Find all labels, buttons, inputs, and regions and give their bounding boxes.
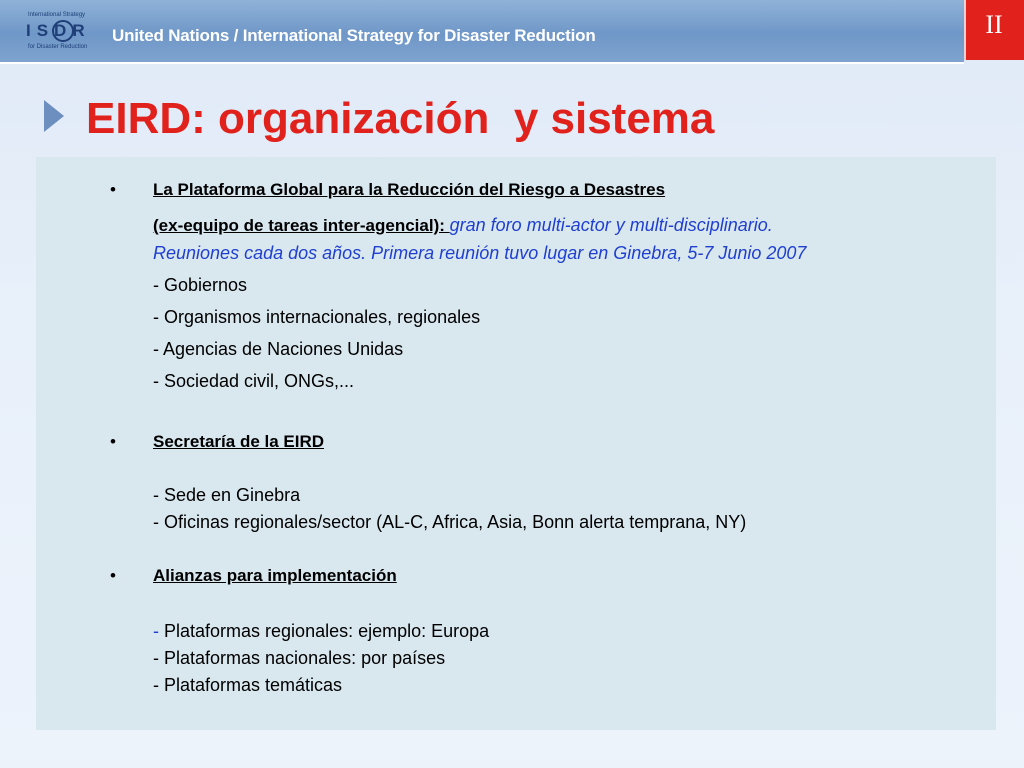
list-item: - Sede en Ginebra (153, 485, 301, 505)
section-heading-secretariat: Secretaría de la EIRD (153, 432, 325, 451)
section-description-line-1: (ex-equipo de tareas inter-agencial): gr… (153, 215, 773, 236)
list-item-text: Plataformas regionales: ejemplo: Europa (164, 621, 490, 641)
list-item: - Organismos internacionales, regionales (153, 307, 481, 327)
list-item: - Oficinas regionales/sector (AL-C, Afri… (153, 512, 747, 532)
section-heading-global-platform: La Plataforma Global para la Reducción d… (153, 180, 666, 199)
list-item: - Gobiernos (153, 275, 248, 295)
bullet-1: • (110, 180, 116, 199)
bullet-3: • (110, 566, 116, 585)
section-heading-alliances: Alianzas para implementación (153, 566, 397, 585)
header-title: United Nations / International Strategy … (112, 26, 596, 45)
list-item: - Plataformas nacionales: por países (153, 648, 446, 668)
title-arrow-icon (44, 100, 64, 132)
list-dash: - (153, 621, 164, 641)
list-item: - Plataformas temáticas (153, 675, 343, 695)
section-description-2: Reuniones cada dos años. Primera reunión… (153, 243, 807, 263)
list-item: - Agencias de Naciones Unidas (153, 339, 404, 359)
header-banner: International Strategy ISDR for Disaster… (0, 0, 964, 64)
slide-number-badge: II (964, 0, 1024, 60)
section-subheading: (ex-equipo de tareas inter-agencial): (153, 216, 450, 235)
slide-title: EIRD: organización y sistema (86, 94, 715, 143)
logo-text-top: International Strategy (28, 12, 86, 18)
logo-text-bottom: for Disaster Reduction (28, 44, 88, 50)
list-item: - Sociedad civil, ONGs,... (153, 371, 355, 391)
logo-letters: ISDR (26, 21, 91, 40)
bullet-2: • (110, 432, 116, 451)
list-item: - Plataformas regionales: ejemplo: Europ… (153, 621, 489, 642)
isdr-logo: International Strategy ISDR for Disaster… (24, 12, 100, 52)
slide-number: II (985, 10, 1003, 39)
section-description-1: gran foro multi-actor y multi-disciplina… (449, 215, 773, 235)
